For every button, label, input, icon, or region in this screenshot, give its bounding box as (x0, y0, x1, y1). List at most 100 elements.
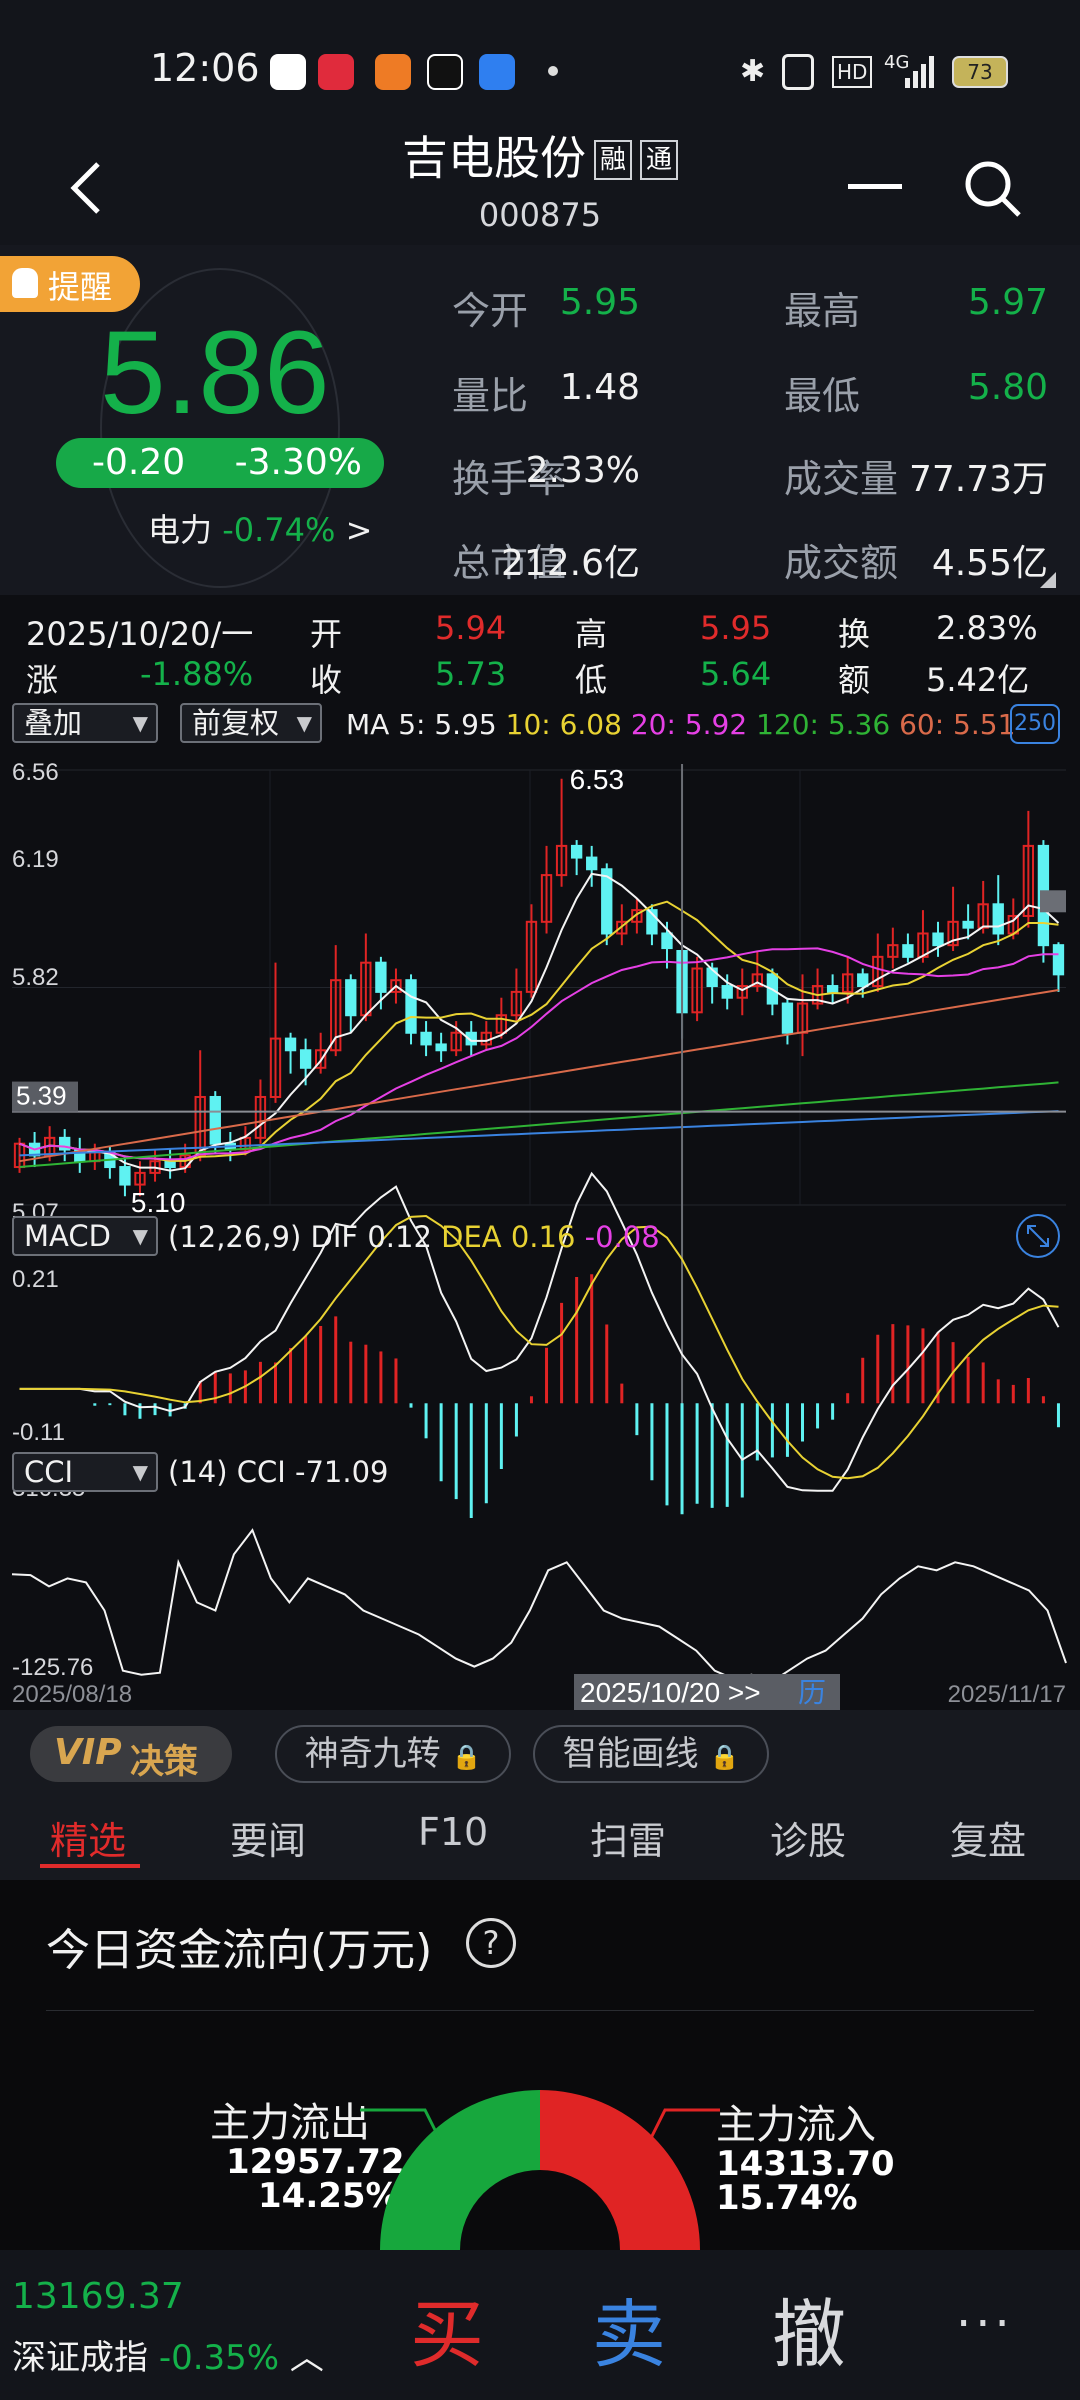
chip2-label: 智能画线 (562, 1734, 699, 1774)
candle-body (902, 944, 914, 958)
macd-dif: DIF 0.12 (310, 1220, 432, 1254)
candle-body (570, 844, 583, 859)
ma-legend: MA 5: 5.95 10: 6.08 20: 5.92 120: 5.36 6… (346, 708, 1015, 741)
overlay-select[interactable]: 叠加 ▼ (12, 703, 158, 743)
crosshair-price-tag (1040, 890, 1066, 913)
content-tabs (0, 1805, 1080, 1880)
ma120-value: 120: 5.36 (756, 708, 891, 741)
stat-label: 最低 (784, 374, 861, 418)
candle-body (661, 932, 673, 950)
tab-news[interactable]: 要闻 (230, 1810, 306, 1865)
history-link: 历 (798, 1677, 826, 1708)
chip1-label: 神奇九转 (304, 1734, 441, 1774)
adjust-select[interactable]: 前复权 ▼ (180, 703, 322, 743)
candle-body (420, 1031, 432, 1046)
stat-value: 77.73万 (908, 459, 1048, 500)
stat-value: 1.48 (559, 367, 640, 408)
lock-icon: 🔒 (451, 1743, 482, 1771)
macd-select[interactable]: MACD ▼ (12, 1216, 158, 1256)
ma-settings-button[interactable]: 250 (1010, 704, 1060, 744)
y-tick-label: 5.82 (12, 964, 59, 991)
high-label: 高 (575, 615, 608, 653)
stat-label: 量比 (452, 374, 529, 418)
open-value: 5.94 (435, 609, 507, 647)
current-price-label: 5.39 (16, 1081, 67, 1111)
x-end-label: 2025/11/17 (948, 1681, 1066, 1708)
cancel-order-button[interactable]: 撤 (772, 2275, 846, 2382)
ma60-line (19, 989, 1059, 1163)
amount-value: 5.42亿 (926, 661, 1030, 699)
stat-label: 最高 (784, 289, 861, 333)
tab-review[interactable]: 复盘 (950, 1810, 1026, 1865)
stat-value: 5.80 (967, 367, 1048, 408)
help-icon[interactable]: ? (466, 1918, 516, 1968)
current-price: 5.86 (100, 307, 330, 439)
adjust-select-label: 前复权 (192, 706, 280, 740)
candle-body (721, 985, 733, 999)
candle-body (586, 856, 598, 871)
candle-body (284, 1037, 297, 1052)
search-icon (965, 161, 1021, 217)
ma5-value: 5: 5.95 (398, 708, 497, 741)
sector-link[interactable]: 电力 -0.74% > (148, 505, 372, 551)
amount-label: 额 (838, 661, 871, 699)
stat-label: 今开 (452, 289, 529, 333)
minimize-button[interactable] (848, 176, 908, 196)
lock-icon: 🔒 (709, 1743, 740, 1771)
candle-body (299, 1049, 312, 1069)
candle-body (405, 979, 417, 1034)
cci-legend: (14) CCI -71.09 (168, 1455, 389, 1489)
turnover-value: 2.83% (936, 609, 1038, 647)
y-tick-label: 6.19 (12, 846, 59, 873)
buy-button[interactable]: 买 (410, 2275, 484, 2382)
vip-decision-button[interactable]: VIP 决策 (30, 1726, 232, 1782)
candle-body (857, 973, 869, 988)
price-change: -0.20 (92, 442, 186, 483)
stat-value: 5.95 (559, 282, 640, 323)
tiktok-app-icon (427, 54, 463, 90)
fullscreen-button[interactable] (1016, 1214, 1060, 1258)
crosshair-date: 2025/10/20 >> (580, 1677, 761, 1708)
ma-prefix: MA (346, 708, 390, 741)
caret-down-icon: ▼ (296, 711, 312, 735)
expand-corner-icon[interactable] (1040, 572, 1056, 588)
cci-select[interactable]: CCI ▼ (12, 1452, 158, 1492)
cci-value: CCI -71.09 (236, 1455, 389, 1489)
nine-turn-chip[interactable]: 神奇九转 🔒 (275, 1725, 511, 1783)
macd-hist: -0.08 (584, 1220, 660, 1254)
stat-label: 成交额 (784, 541, 899, 585)
search-button[interactable] (962, 158, 1024, 220)
alert-button[interactable]: 提醒 (0, 256, 140, 312)
close-label: 收 (310, 661, 343, 699)
candle-body (1052, 944, 1065, 976)
more-button[interactable]: ··· (956, 2296, 1014, 2352)
day-date: 2025/10/20/一 (26, 615, 254, 653)
dash-icon (848, 184, 902, 189)
cci-params: (14) (168, 1455, 228, 1489)
sector-change: -0.74% (222, 511, 336, 549)
macd-dea: DEA 0.16 (441, 1220, 576, 1254)
caret-down-icon: ▼ (132, 1224, 148, 1248)
low-annotation: 5.10 (131, 1187, 186, 1218)
ma20-line (19, 947, 1059, 1161)
cci-y-tick: -125.76 (12, 1654, 93, 1681)
candle-body (209, 1095, 221, 1145)
smart-draw-chip[interactable]: 智能画线 🔒 (533, 1725, 769, 1783)
tab-f10[interactable]: F10 (418, 1810, 488, 1854)
cci-select-label: CCI (24, 1455, 74, 1489)
flow-donut (360, 2090, 720, 2250)
outflow-slice (380, 2090, 540, 2250)
ma20-value: 20: 5.92 (630, 708, 748, 741)
ma120-line (19, 1081, 1059, 1168)
tab-diagnose[interactable]: 诊股 (770, 1810, 846, 1865)
tab-risk-scan[interactable]: 扫雷 (590, 1810, 666, 1865)
candle-body (164, 1160, 176, 1169)
signal-icon (905, 56, 935, 88)
candle-body (932, 932, 944, 947)
macd-select-label: MACD (24, 1219, 111, 1253)
index-ticker[interactable]: 深证成指 -0.35% ︿ (12, 2330, 324, 2379)
clock: 12:06 (150, 46, 260, 90)
vip-label: VIP (54, 1732, 122, 1773)
sell-button[interactable]: 卖 (592, 2275, 666, 2382)
tab-featured[interactable]: 精选 (50, 1810, 126, 1865)
